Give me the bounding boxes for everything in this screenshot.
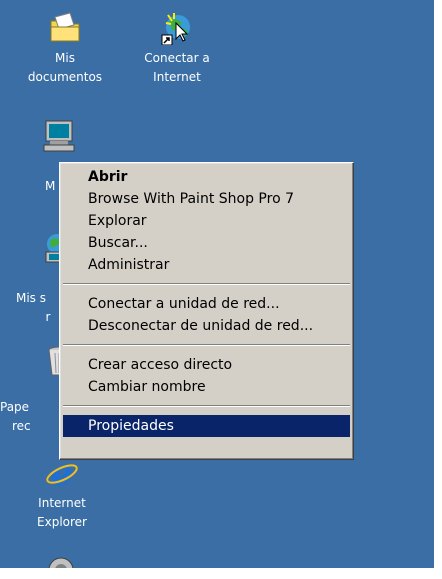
icon-label-line2: rec	[12, 419, 31, 433]
icon-label-line2: Internet	[153, 70, 201, 84]
menu-item-rename[interactable]: Cambiar nombre	[63, 376, 350, 398]
internet-explorer-icon: e	[46, 456, 78, 490]
menu-separator	[63, 344, 350, 346]
menu-item-manage[interactable]: Administrar	[63, 254, 350, 276]
desktop: Mis documentos Conectar a Internet M Mis…	[0, 0, 434, 568]
menu-item-map-drive[interactable]: Conectar a unidad de red...	[63, 293, 350, 315]
menu-item-open[interactable]: Abrir	[63, 166, 350, 188]
icon-label-line1: Pape	[0, 400, 30, 414]
menu-item-search[interactable]: Buscar...	[63, 232, 350, 254]
desktop-icon-my-documents[interactable]: Mis documentos	[25, 11, 105, 87]
desktop-icon-internet-explorer[interactable]: e Internet Explorer	[22, 456, 102, 532]
desktop-icon-connect-internet[interactable]: Conectar a Internet	[137, 11, 217, 87]
partial-desktop-icon	[48, 557, 74, 568]
menu-item-properties[interactable]: Propiedades	[63, 415, 350, 437]
icon-label-connect-internet: Conectar a Internet	[137, 49, 217, 87]
icon-label-my-computer: M	[45, 179, 56, 193]
icon-label-recycle-bin: Pape rec	[0, 398, 62, 436]
icon-label-line2: r	[45, 310, 51, 324]
menu-separator	[63, 405, 350, 407]
context-menu: Abrir Browse With Paint Shop Pro 7 Explo…	[59, 162, 354, 460]
icon-label-internet-explorer: Internet Explorer	[22, 494, 102, 532]
icon-label-network-places: Mis s r	[0, 289, 62, 327]
icon-label-line2: documentos	[27, 70, 103, 84]
icon-label-line1: Conectar a	[144, 51, 210, 65]
menu-item-paint-shop[interactable]: Browse With Paint Shop Pro 7	[63, 188, 350, 210]
menu-item-create-shortcut[interactable]: Crear acceso directo	[63, 354, 350, 376]
menu-item-disconnect-drive[interactable]: Desconectar de unidad de red...	[63, 315, 350, 337]
menu-item-explore[interactable]: Explorar	[63, 210, 350, 232]
menu-separator	[63, 283, 350, 285]
icon-label-my-documents: Mis documentos	[25, 49, 105, 87]
connect-internet-icon	[161, 13, 190, 45]
icon-label-line1: Mis s	[15, 291, 46, 305]
icon-label-line1: Internet	[38, 496, 86, 510]
folder-documents-icon	[50, 12, 80, 42]
icon-label-line1: Mis	[55, 51, 75, 65]
my-computer-icon[interactable]	[42, 119, 76, 153]
icon-label-line2: Explorer	[37, 515, 87, 529]
svg-text:e: e	[51, 456, 73, 490]
